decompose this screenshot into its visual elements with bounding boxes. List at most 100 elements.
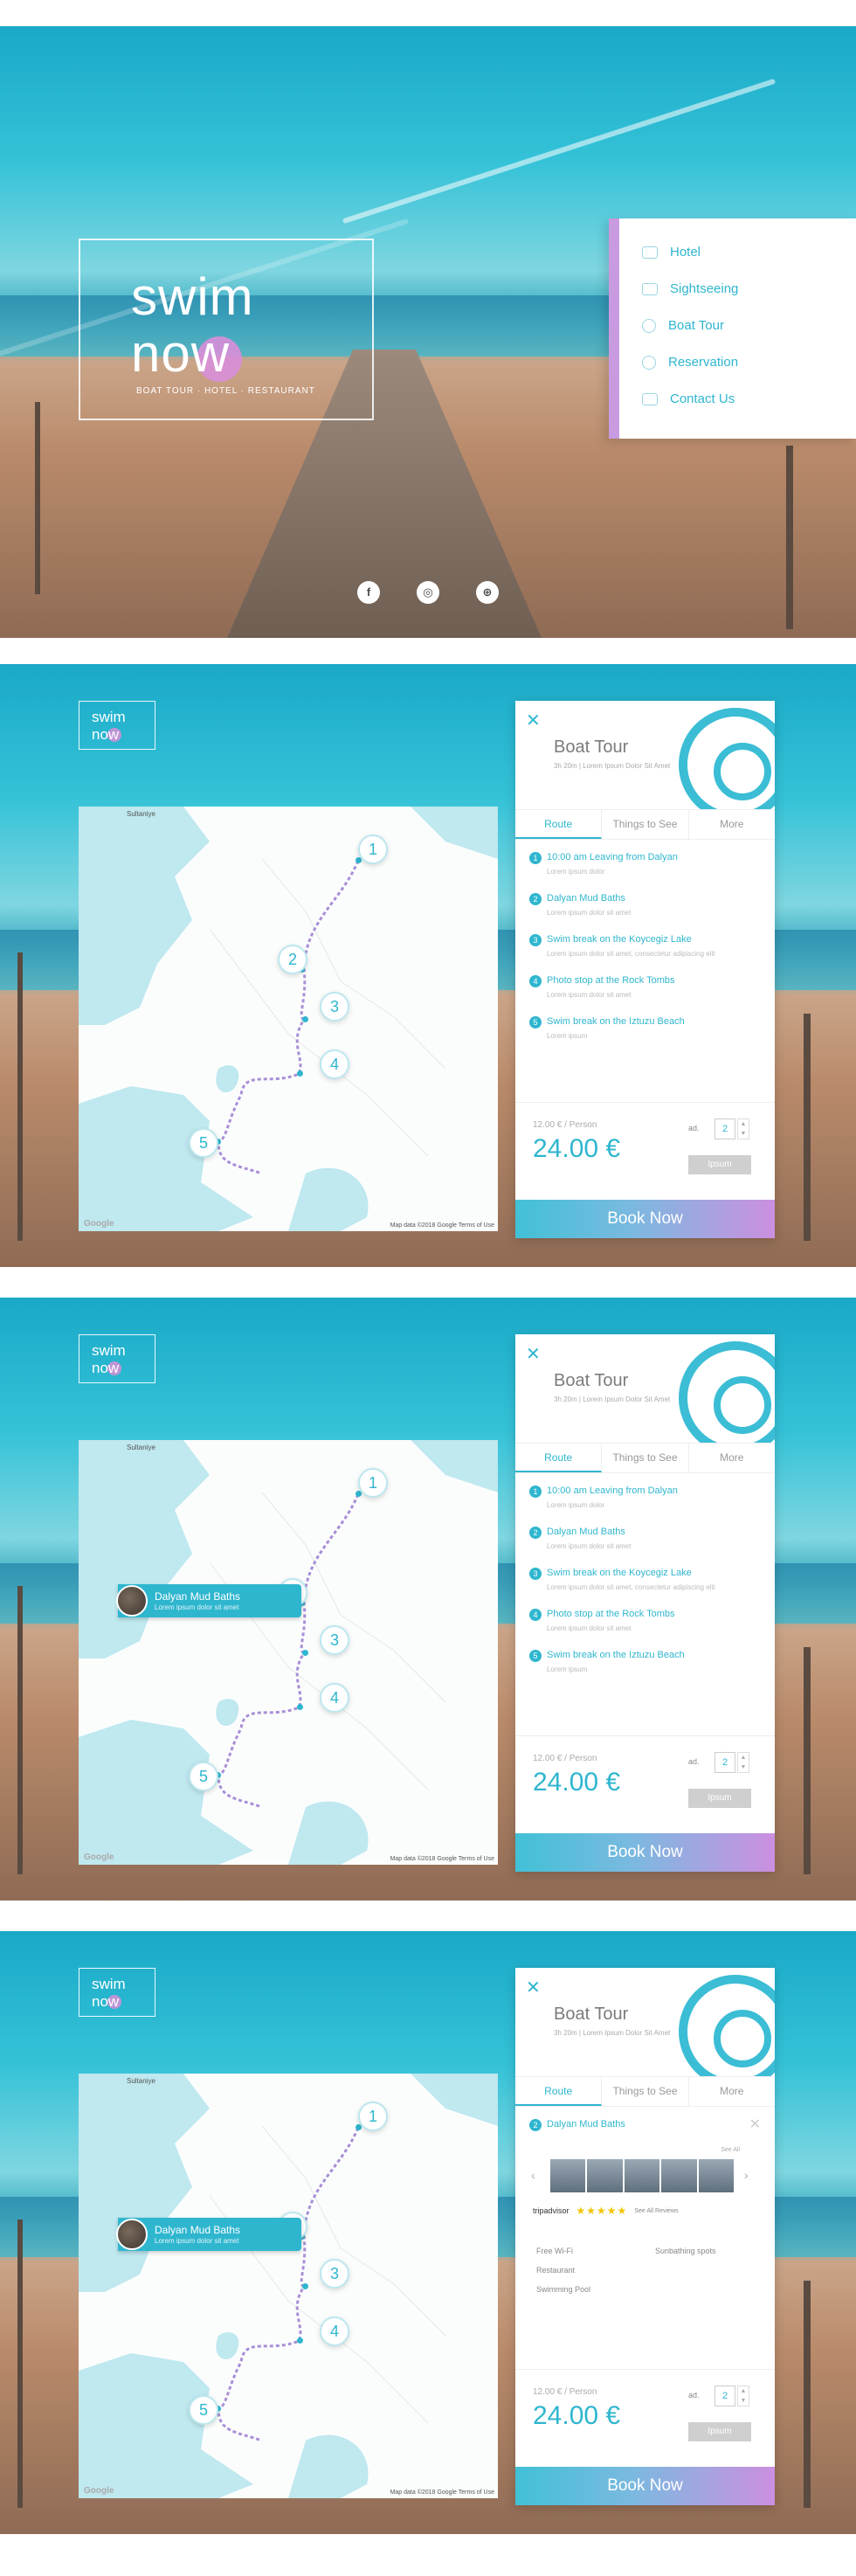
- menu-item-sightseeing[interactable]: Sightseeing: [642, 281, 738, 296]
- person-icon: ad.: [688, 1124, 700, 1132]
- route-stop[interactable]: 2 Dalyan Mud Baths Lorem ipsum dolor sit…: [529, 1527, 761, 1568]
- menu-item-contact[interactable]: Contact Us: [642, 391, 735, 406]
- logo-now: now: [92, 1993, 120, 2010]
- route-stop[interactable]: 3 Swim break on the Koycegiz Lake Lorem …: [529, 934, 761, 975]
- map-pin-4[interactable]: 4: [320, 1683, 349, 1713]
- close-icon[interactable]: ✕: [749, 2116, 761, 2133]
- gallery-photo[interactable]: [624, 2159, 660, 2192]
- logo[interactable]: swim now: [79, 1968, 155, 2017]
- boat-tour-card: ✕ Boat Tour 3h 20m | Lorem Ipsum Dolor S…: [515, 701, 775, 1238]
- route-point: [302, 2283, 308, 2289]
- close-icon[interactable]: ✕: [526, 1343, 541, 1365]
- amenity: Restaurant: [536, 2266, 576, 2275]
- logo-swim: swim: [92, 1976, 126, 1992]
- menu-item-boat-tour[interactable]: Boat Tour: [642, 318, 724, 333]
- gallery-photo[interactable]: [661, 2159, 697, 2192]
- book-now-button[interactable]: Book Now: [515, 1200, 775, 1238]
- quantity-stepper[interactable]: ▲ ▼: [737, 1118, 749, 1139]
- tab-route[interactable]: Route: [515, 1444, 603, 1472]
- price-total: 24.00 €: [533, 1134, 621, 1163]
- tab-route[interactable]: Route: [515, 2077, 603, 2106]
- tripadvisor-icon[interactable]: ⊕: [476, 581, 499, 604]
- logo[interactable]: swim now: [79, 701, 155, 750]
- route-stop[interactable]: 4 Photo stop at the Rock Tombs Lorem ips…: [529, 1609, 761, 1650]
- card-title: Boat Tour: [554, 737, 629, 757]
- quantity-field[interactable]: 2: [714, 1118, 735, 1139]
- tab-more[interactable]: More: [689, 1444, 775, 1472]
- map-pin-3[interactable]: 3: [320, 992, 349, 1021]
- see-all-link[interactable]: See All: [721, 2147, 740, 2153]
- ipsum-button[interactable]: Ipsum: [688, 2422, 751, 2441]
- route-map[interactable]: Sultaniye 1 2 3 4 5 Dalyan Mud Baths Lor…: [79, 1440, 498, 1865]
- route-stop[interactable]: 4 Photo stop at the Rock Tombs Lorem ips…: [529, 975, 761, 1016]
- map-pin-1[interactable]: 1: [358, 834, 388, 864]
- instagram-icon[interactable]: ◎: [417, 581, 439, 604]
- close-icon[interactable]: ✕: [526, 710, 541, 731]
- tab-things-to-see[interactable]: Things to See: [602, 810, 689, 839]
- menu-item-reservation[interactable]: Reservation: [642, 355, 738, 370]
- ipsum-button[interactable]: Ipsum: [688, 1789, 751, 1808]
- chevron-left-icon[interactable]: ‹: [531, 2168, 535, 2182]
- route-stop[interactable]: 5 Swim break on the Iztuzu Beach Lorem i…: [529, 1016, 761, 1057]
- map-pin-3[interactable]: 3: [320, 2259, 349, 2289]
- map-popup[interactable]: Dalyan Mud Baths Lorem ipsum dolor sit a…: [116, 2218, 301, 2251]
- tab-more[interactable]: More: [689, 2077, 775, 2106]
- route-stop[interactable]: 1 10:00 am Leaving from Dalyan Lorem ips…: [529, 1485, 761, 1527]
- menu-item-label: Boat Tour: [668, 318, 724, 333]
- amenity: Swimming Pool: [536, 2285, 591, 2294]
- photo-gallery[interactable]: [550, 2159, 735, 2192]
- map-pin-1[interactable]: 1: [358, 2102, 388, 2131]
- map-screen: swim now Sultaniye 1 2 3 4: [0, 664, 856, 1267]
- hero-subtitle: BOAT TOUR · HOTEL · RESTAURANT: [136, 386, 315, 396]
- price-total: 24.00 €: [533, 2401, 621, 2430]
- gallery-photo[interactable]: [550, 2159, 586, 2192]
- quantity-stepper[interactable]: ▲ ▼: [737, 1752, 749, 1773]
- tab-more[interactable]: More: [689, 810, 775, 839]
- tab-things-to-see[interactable]: Things to See: [602, 1444, 689, 1472]
- price-per-person: 12.00 € / Person: [533, 2387, 597, 2397]
- route-stop[interactable]: 2 Dalyan Mud Baths Lorem ipsum dolor sit…: [529, 893, 761, 934]
- quantity-field[interactable]: 2: [714, 1752, 735, 1773]
- route-stop[interactable]: 1 10:00 am Leaving from Dalyan Lorem ips…: [529, 852, 761, 893]
- route-stop-desc: Lorem ipsum dolor sit amet, consectetur …: [547, 1583, 715, 1591]
- amenity: Sunbathing spots: [655, 2247, 716, 2255]
- route-stop-title: Photo stop at the Rock Tombs: [547, 975, 675, 986]
- map-pin-1[interactable]: 1: [358, 1468, 388, 1498]
- tab-route[interactable]: Route: [515, 810, 603, 839]
- quantity-stepper[interactable]: ▲ ▼: [737, 2386, 749, 2406]
- close-icon[interactable]: ✕: [526, 1977, 541, 1998]
- avatar: [116, 2219, 148, 2250]
- route-stop[interactable]: 3 Swim break on the Koycegiz Lake Lorem …: [529, 1568, 761, 1609]
- map-canvas: [79, 1440, 498, 1865]
- map-attribution: Map data ©2018 Google Terms of Use: [390, 1856, 494, 1862]
- see-reviews-link[interactable]: See All Reviews: [634, 2208, 678, 2214]
- chevron-right-icon[interactable]: ›: [744, 2168, 749, 2182]
- map-pin-2[interactable]: 2: [278, 945, 307, 974]
- map-pin-5[interactable]: 5: [189, 2395, 218, 2425]
- tripadvisor-logo: tripadvisor: [533, 2206, 570, 2215]
- map-pin-3[interactable]: 3: [320, 1625, 349, 1655]
- map-canvas: [79, 2074, 498, 2498]
- map-pin-4[interactable]: 4: [320, 1049, 349, 1079]
- menu-item-hotel[interactable]: Hotel: [642, 245, 701, 260]
- book-now-button[interactable]: Book Now: [515, 2467, 775, 2505]
- ipsum-button[interactable]: Ipsum: [688, 1155, 751, 1174]
- gallery-photo[interactable]: [587, 2159, 623, 2192]
- map-pin-4[interactable]: 4: [320, 2316, 349, 2346]
- ship-wheel-icon: [679, 708, 775, 809]
- route-stop-title: 10:00 am Leaving from Dalyan: [547, 852, 678, 862]
- map-pin-5[interactable]: 5: [189, 1128, 218, 1158]
- route-map[interactable]: Sultaniye 1 2 3 4 5 Dalyan Mud Baths Lor…: [79, 2074, 498, 2498]
- book-now-button[interactable]: Book Now: [515, 1833, 775, 1872]
- logo[interactable]: swim now: [79, 1334, 155, 1383]
- map-pin-5[interactable]: 5: [189, 1762, 218, 1791]
- route-stop[interactable]: 5 Swim break on the Iztuzu Beach Lorem i…: [529, 1650, 761, 1691]
- route-map[interactable]: Sultaniye 1 2 3 4 5 Google Map data ©201…: [79, 807, 498, 1231]
- facebook-icon[interactable]: f: [357, 581, 380, 604]
- main-menu: Hotel Sightseeing Boat Tour Reservation …: [609, 218, 856, 439]
- map-popup[interactable]: Dalyan Mud Baths Lorem ipsum dolor sit a…: [116, 1584, 301, 1617]
- person-icon: ad.: [688, 2391, 700, 2399]
- gallery-photo[interactable]: [698, 2159, 735, 2192]
- tab-things-to-see[interactable]: Things to See: [602, 2077, 689, 2106]
- quantity-field[interactable]: 2: [714, 2386, 735, 2406]
